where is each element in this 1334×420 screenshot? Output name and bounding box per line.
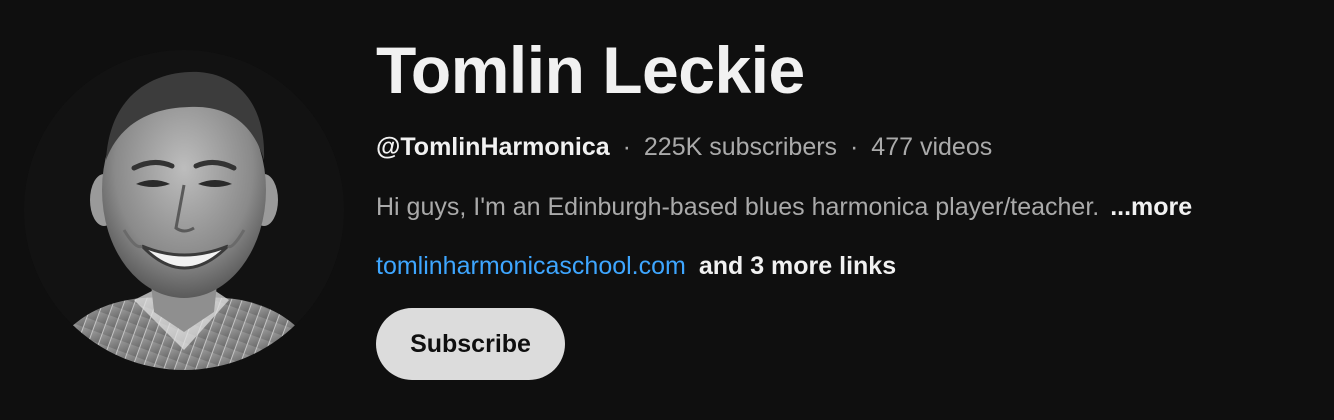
channel-name: Tomlin Leckie — [376, 33, 805, 107]
channel-header: Tomlin Leckie @TomlinHarmonica · 225K su… — [0, 0, 1334, 420]
meta-separator: · — [622, 133, 631, 161]
subscriber-count: 225K subscribers — [643, 133, 838, 161]
meta-separator: · — [850, 133, 859, 161]
channel-info: Tomlin Leckie @TomlinHarmonica · 225K su… — [376, 28, 1314, 380]
subscribe-button[interactable]: Subscribe — [376, 308, 565, 380]
description-more-button[interactable]: ...more — [1110, 193, 1192, 221]
website-link[interactable]: tomlinharmonicaschool.com — [376, 252, 686, 280]
channel-handle: @TomlinHarmonica — [376, 133, 610, 161]
avatar-image — [24, 50, 344, 370]
channel-links: tomlinharmonicaschool.com and 3 more lin… — [376, 249, 1314, 283]
video-count: 477 videos — [871, 133, 993, 161]
channel-meta: @TomlinHarmonica · 225K subscribers · 47… — [376, 130, 1314, 164]
channel-description[interactable]: Hi guys, I'm an Edinburgh-based blues ha… — [376, 190, 1314, 224]
description-text: Hi guys, I'm an Edinburgh-based blues ha… — [376, 193, 1100, 221]
channel-avatar[interactable] — [24, 50, 344, 370]
more-links-button[interactable]: and 3 more links — [699, 252, 896, 280]
